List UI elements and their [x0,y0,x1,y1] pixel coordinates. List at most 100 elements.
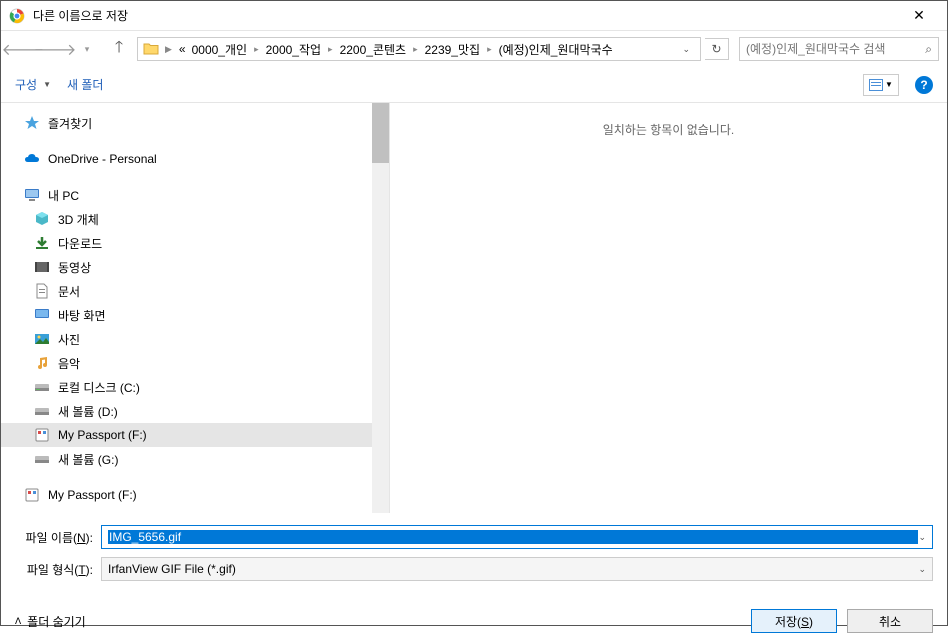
tree-label: 사진 [58,331,80,348]
tree-label: 음악 [58,355,80,372]
passport-icon [23,486,41,504]
music-icon [33,354,51,372]
close-button[interactable]: ✕ [899,2,939,30]
tree-label: My Passport (F:) [58,428,147,442]
refresh-button[interactable]: ↻ [705,38,729,60]
chevron-up-icon: ᐱ [15,616,21,627]
tree-passport-root[interactable]: My Passport (F:) [1,483,389,507]
titlebar: 다른 이름으로 저장 ✕ [1,1,947,31]
tree-item-documents[interactable]: 문서 [1,279,389,303]
filetype-value: IrfanView GIF File (*.gif) [108,562,918,576]
new-folder-button[interactable]: 새 폴더 [67,76,103,93]
chrome-icon [9,8,25,24]
footer: ᐱ 폴더 숨기기 저장(S) 취소 [1,595,947,643]
new-folder-label: 새 폴더 [67,76,103,93]
tree-label: 3D 개체 [58,211,99,228]
tree-label: $WINDOWS.~TMP [58,512,161,513]
tree-quick-access[interactable]: 즐겨찾기 [1,111,389,135]
tree-this-pc[interactable]: 내 PC [1,183,389,207]
help-button[interactable]: ? [915,76,933,94]
folder-icon [33,510,51,513]
disk-icon [33,450,51,468]
chevron-right-icon: ▶ [162,44,175,55]
filename-label: 파일 이름(N): [15,529,101,546]
tree-label: 동영상 [58,259,91,276]
cube-icon [33,210,51,228]
search-box[interactable]: ⌕ [739,37,939,61]
tree-label: 다운로드 [58,235,102,252]
breadcrumb[interactable]: ▶ « 0000_개인 ▸ 2000_작업 ▸ 2200_콘텐츠 ▸ 2239_… [137,37,701,61]
fields-area: 파일 이름(N): IMG_5656.gif ⌄ 파일 형식(T): Irfan… [1,513,947,595]
passport-icon [33,426,51,444]
breadcrumb-dropdown[interactable]: ⌄ [676,44,696,55]
breadcrumb-prefix[interactable]: « [177,42,188,56]
chevron-down-icon[interactable]: ⌄ [918,532,926,543]
tree-item-pictures[interactable]: 사진 [1,327,389,351]
file-list[interactable]: 일치하는 항목이 없습니다. [389,103,947,513]
breadcrumb-item[interactable]: (예정)인제_원대막국수 [497,41,615,58]
folder-icon [142,40,160,58]
forward-button[interactable]: 🡒 [41,35,69,63]
tree-item-videos[interactable]: 동영상 [1,255,389,279]
tree-item-f-drive[interactable]: My Passport (F:) [1,423,389,447]
tree-label: 로컬 디스크 (C:) [58,379,140,396]
tree-label: My Passport (F:) [48,488,137,502]
chevron-right-icon: ▸ [325,44,336,55]
chevron-down-icon: ▼ [885,80,893,89]
scrollbar-thumb[interactable] [372,103,389,163]
tree-item-downloads[interactable]: 다운로드 [1,231,389,255]
disk-icon [33,378,51,396]
photo-icon [33,330,51,348]
search-input[interactable] [746,42,925,56]
tree-label: 문서 [58,283,80,300]
tree-onedrive[interactable]: OneDrive - Personal [1,147,389,171]
tree-item-c-drive[interactable]: 로컬 디스크 (C:) [1,375,389,399]
tree-label: OneDrive - Personal [48,152,157,166]
tree-label: 즐겨찾기 [48,115,92,132]
tree-label: 새 볼륨 (G:) [58,451,118,468]
save-button[interactable]: 저장(S) [751,609,837,633]
tree-item-windows-tmp[interactable]: $WINDOWS.~TMP [1,507,389,513]
filename-value: IMG_5656.gif [108,530,918,544]
breadcrumb-item[interactable]: 2000_작업 [264,41,323,58]
breadcrumb-item[interactable]: 2239_맛집 [423,41,482,58]
chevron-down-icon: ▼ [43,80,51,89]
chevron-right-icon: ▸ [251,44,262,55]
history-dropdown[interactable]: ▾ [73,35,101,63]
tree-item-g-drive[interactable]: 새 볼륨 (G:) [1,447,389,471]
disk-icon [33,402,51,420]
video-icon [33,258,51,276]
star-icon [23,114,41,132]
tree-item-desktop[interactable]: 바탕 화면 [1,303,389,327]
hide-folders-label: 폴더 숨기기 [27,613,86,630]
tree-item-3d[interactable]: 3D 개체 [1,207,389,231]
filename-row: 파일 이름(N): IMG_5656.gif ⌄ [15,525,933,549]
breadcrumb-item[interactable]: 0000_개인 [190,41,249,58]
view-mode-button[interactable]: ▼ [863,74,899,96]
tree-label: 바탕 화면 [58,307,106,324]
hide-folders-button[interactable]: ᐱ 폴더 숨기기 [15,613,86,630]
desktop-icon [33,306,51,324]
organize-label: 구성 [15,76,37,93]
up-button[interactable]: 🡑 [105,35,133,63]
filename-input[interactable]: IMG_5656.gif ⌄ [101,525,933,549]
empty-message: 일치하는 항목이 없습니다. [603,121,734,138]
filetype-row: 파일 형식(T): IrfanView GIF File (*.gif) ⌄ [15,557,933,581]
organize-button[interactable]: 구성 ▼ [15,76,51,93]
filetype-label: 파일 형식(T): [15,561,101,578]
doc-icon [33,282,51,300]
tree-item-music[interactable]: 음악 [1,351,389,375]
nav-tree: 즐겨찾기 OneDrive - Personal 내 PC 3D 개체 다운로드 [1,103,389,513]
filetype-select[interactable]: IrfanView GIF File (*.gif) ⌄ [101,557,933,581]
main: 즐겨찾기 OneDrive - Personal 내 PC 3D 개체 다운로드 [1,103,947,513]
chevron-down-icon[interactable]: ⌄ [918,564,926,575]
window-title: 다른 이름으로 저장 [33,7,899,24]
breadcrumb-item[interactable]: 2200_콘텐츠 [338,41,409,58]
search-icon[interactable]: ⌕ [925,42,932,57]
tree-scrollbar[interactable] [372,103,389,513]
chevron-right-icon: ▸ [410,44,421,55]
pc-icon [23,186,41,204]
cloud-icon [23,150,41,168]
tree-item-d-drive[interactable]: 새 볼륨 (D:) [1,399,389,423]
cancel-button[interactable]: 취소 [847,609,933,633]
